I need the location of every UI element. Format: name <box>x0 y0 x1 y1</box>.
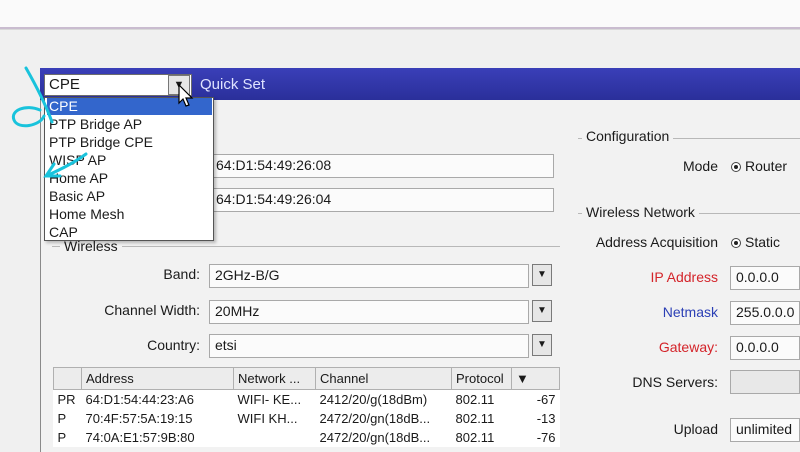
acquisition-static-radio[interactable]: Static <box>731 234 780 250</box>
chevron-down-icon[interactable]: ▼ <box>532 334 552 356</box>
upload-field[interactable]: unlimited <box>730 418 800 442</box>
chevron-down-icon[interactable]: ▼ <box>532 264 552 286</box>
table-cell: 74:0A:E1:57:9B:80 <box>85 429 195 445</box>
table-cell: 802.11 <box>455 429 495 445</box>
top-divider <box>0 27 800 29</box>
column-menu-button[interactable]: ▼ <box>511 367 560 390</box>
band-label: Band: <box>163 266 200 282</box>
configuration-group-label: Configuration <box>582 128 674 144</box>
table-header-row: Address Network ... Channel Protocol ▼ <box>53 367 560 390</box>
column-header-network[interactable]: Network ... <box>233 367 316 390</box>
table-cell: 2472/20/gn(18dB... <box>319 429 431 445</box>
channel-width-label: Channel Width: <box>104 302 200 318</box>
annotation-scribble <box>11 66 88 178</box>
channel-width-select[interactable]: 20MHz <box>209 300 529 324</box>
table-cell: 2472/20/gn(18dB... <box>319 410 431 426</box>
table-cell: 2412/20/g(18dBm) <box>319 391 428 407</box>
chevron-down-icon[interactable]: ▼ <box>532 300 552 322</box>
table-cell: WIFI KH... <box>237 410 298 426</box>
dns-servers-label: DNS Servers: <box>632 374 718 390</box>
mouse-pointer-icon <box>178 84 194 107</box>
scan-table: Address Network ... Channel Protocol ▼ P… <box>53 367 560 447</box>
table-cell: PR <box>57 391 76 407</box>
band-select[interactable]: 2GHz-B/G <box>209 264 529 288</box>
mode-router-radio[interactable]: Router <box>731 158 787 174</box>
upload-label: Upload <box>673 421 718 437</box>
acquisition-value: Static <box>745 234 781 250</box>
radio-checked-icon[interactable] <box>731 162 741 172</box>
toolbar-area <box>0 30 800 68</box>
window-title: Quick Set <box>200 76 266 93</box>
dropdown-item-cap[interactable]: CAP <box>47 224 212 241</box>
column-header-flags[interactable] <box>53 367 82 390</box>
dns-servers-field[interactable] <box>730 370 800 394</box>
table-cell: 70:4F:57:5A:19:15 <box>85 410 193 426</box>
gateway-field[interactable]: 0.0.0.0 <box>730 336 800 360</box>
mac-address-field-1[interactable]: 64:D1:54:49:26:08 <box>210 154 554 178</box>
table-cell: P <box>57 429 67 445</box>
table-row[interactable]: P 70:4F:57:5A:19:15 WIFI KH... 2472/20/g… <box>54 409 560 428</box>
table-row[interactable]: PR 64:D1:54:44:23:A6 WIFI- KE... 2412/20… <box>54 390 560 409</box>
table-cell: 802.11 <box>455 410 495 426</box>
table-cell: 802.11 <box>455 391 495 407</box>
table-cell: -13 <box>536 410 556 426</box>
country-select[interactable]: etsi <box>209 334 529 358</box>
table-row[interactable]: P 74:0A:E1:57:9B:80 2472/20/gn(18dB... 8… <box>54 428 560 447</box>
dropdown-item-home-mesh[interactable]: Home Mesh <box>47 206 212 223</box>
ip-address-label: IP Address <box>650 269 718 285</box>
wireless-group-border <box>52 246 560 247</box>
gateway-label: Gateway: <box>658 339 718 355</box>
ip-address-field[interactable]: 0.0.0.0 <box>730 266 800 290</box>
table-cell: 64:D1:54:44:23:A6 <box>85 391 194 407</box>
chevron-down-icon[interactable]: ▼ <box>516 371 529 386</box>
mode-label: Mode <box>682 158 718 174</box>
mode-value: Router <box>745 158 788 174</box>
browser-top-bar <box>0 0 800 30</box>
table-cell <box>234 428 316 447</box>
radio-checked-icon[interactable] <box>731 238 741 248</box>
address-acquisition-label: Address Acquisition <box>595 234 718 250</box>
country-label: Country: <box>147 337 200 353</box>
netmask-field[interactable]: 255.0.0.0 <box>730 301 800 325</box>
netmask-label: Netmask <box>662 304 718 320</box>
column-header-address[interactable]: Address <box>81 367 234 390</box>
table-cell: -67 <box>536 391 556 407</box>
column-header-protocol[interactable]: Protocol <box>451 367 512 390</box>
table-cell: WIFI- KE... <box>237 391 302 407</box>
wireless-network-group-label: Wireless Network <box>582 204 699 220</box>
table-cell: -76 <box>536 429 556 445</box>
dropdown-item-basic-ap[interactable]: Basic AP <box>47 188 212 205</box>
table-cell: P <box>57 410 67 426</box>
mac-address-field-2[interactable]: 64:D1:54:49:26:04 <box>210 188 554 212</box>
column-header-channel[interactable]: Channel <box>315 367 452 390</box>
